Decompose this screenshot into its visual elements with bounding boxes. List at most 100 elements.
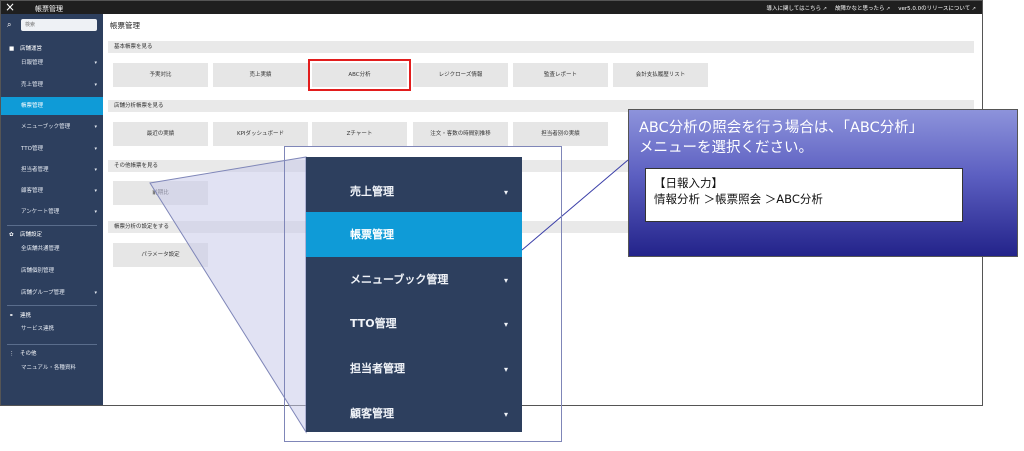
sidebar-item-manuals[interactable]: マニュアル・各種資料: [1, 359, 103, 377]
section-label: 店舗運営: [20, 46, 43, 52]
sidebar-item-staff[interactable]: 担当者管理 ▾: [1, 161, 103, 179]
top-links: 導入に関してはこちら 故障かなと思ったら ver5.0.0のリリースについて: [766, 4, 976, 12]
chevron-down-icon: ▾: [94, 60, 97, 66]
sidebar-divider: [7, 305, 97, 306]
sidebar-item-menubook[interactable]: メニューブック管理 ▾: [1, 118, 103, 136]
sidebar-item-tto[interactable]: TTO管理 ▾: [1, 140, 103, 158]
zoom-item-sales[interactable]: 売上管理 ▾: [306, 169, 522, 214]
sidebar-divider: [7, 344, 97, 345]
section-basic-reports: 基本帳票を見る: [108, 41, 974, 53]
more-icon: ⋮: [9, 351, 15, 357]
sidebar-divider: [7, 225, 97, 226]
chevron-down-icon: ▾: [94, 290, 97, 296]
section-label: 連携: [20, 313, 32, 319]
zoom-item-menubook[interactable]: メニューブック管理 ▾: [306, 257, 522, 302]
close-icon[interactable]: ×: [5, 1, 15, 14]
callout-line: ABC分析の照会を行う場合は、「ABC分析」: [639, 120, 924, 136]
section-label: その他: [20, 351, 37, 357]
sidebar-item-label: 全店舗共通管理: [21, 246, 60, 252]
sidebar-item-label: メニューブック管理: [21, 124, 71, 130]
sidebar-item-label: 売上管理: [21, 82, 44, 88]
gear-icon: ✿: [9, 232, 14, 238]
zoom-item-label: 担当者管理: [350, 362, 405, 375]
sidebar-item-daily-report[interactable]: 日報管理 ▾: [1, 54, 103, 72]
instruction-callout: ABC分析の照会を行う場合は、「ABC分析」 メニューを選択ください。 【日報入…: [628, 109, 1018, 257]
tile-parameter-settings[interactable]: パラメータ設定: [113, 243, 208, 267]
section-other: ⋮ その他: [9, 349, 37, 357]
release-notes-link[interactable]: ver5.0.0のリリースについて: [898, 4, 976, 12]
chevron-down-icon: ▾: [94, 82, 97, 88]
zoom-item-tto[interactable]: TTO管理 ▾: [306, 301, 522, 346]
tile-hourly-trend[interactable]: 注文・客数の時間別推移: [413, 122, 508, 146]
zoom-item-staff[interactable]: 担当者管理 ▾: [306, 346, 522, 391]
tile-z-chart[interactable]: Zチャート: [312, 122, 407, 146]
sidebar-item-label: サービス連携: [21, 326, 55, 332]
sidebar-item-label: TTO管理: [21, 146, 43, 152]
tile-payment-history[interactable]: 会計支払履歴リスト: [613, 63, 708, 87]
app-title: 帳票管理: [35, 5, 63, 13]
sidebar-item-survey[interactable]: アンケート管理 ▾: [1, 203, 103, 221]
sidebar-item-label: アンケート管理: [21, 209, 60, 215]
chevron-down-icon: ▾: [94, 124, 97, 130]
sidebar-item-report-management[interactable]: 帳票管理: [1, 97, 103, 115]
sidebar-item-customer[interactable]: 顧客管理 ▾: [1, 182, 103, 200]
zoom-menu: 売上管理 ▾ 帳票管理 メニューブック管理 ▾ TTO管理 ▾ 担当者管理 ▾ 顧客管理…: [306, 157, 522, 432]
store-icon: ■: [9, 46, 15, 52]
chevron-down-icon: ▾: [94, 209, 97, 215]
sidebar: ⌕ ■ 店舗運営 日報管理 ▾ 売上管理 ▾ 帳票管理 メニューブック管理 ▾ TTO管…: [1, 14, 103, 405]
chevron-down-icon: ▾: [503, 320, 508, 329]
chevron-down-icon: ▾: [94, 167, 97, 173]
trouble-link[interactable]: 故障かなと思ったら: [835, 4, 890, 12]
tile-sales-results[interactable]: 売上実績: [213, 63, 308, 87]
zoom-item-label: 顧客管理: [350, 407, 394, 420]
tile-recent-results[interactable]: 最近の実績: [113, 122, 208, 146]
chevron-down-icon: ▾: [503, 276, 508, 285]
zoom-item-label: TTO管理: [350, 317, 397, 330]
tile-kpi-dashboard[interactable]: KPIダッシュボード: [213, 122, 308, 146]
top-bar: × 帳票管理 導入に関してはこちら 故障かなと思ったら ver5.0.0のリリー…: [1, 1, 982, 14]
chevron-down-icon: ▾: [503, 410, 508, 419]
sidebar-item-store-individual[interactable]: 店舗個別管理: [1, 262, 103, 280]
chevron-down-icon: ▾: [94, 188, 97, 194]
page-title: 帳票管理: [110, 21, 140, 30]
zoom-item-label: メニューブック管理: [350, 273, 449, 286]
sidebar-item-label: 店舗グループ管理: [21, 290, 65, 296]
sidebar-item-service-link[interactable]: サービス連携: [1, 320, 103, 338]
tile-audit-report[interactable]: 監査レポート: [513, 63, 608, 87]
tile-budget-vs-actual[interactable]: 予実対比: [113, 63, 208, 87]
link-icon: ⚭: [9, 313, 14, 319]
zoom-item-label: 帳票管理: [350, 228, 394, 241]
path-heading: 【日報入力】: [654, 176, 723, 190]
tile-staff-results[interactable]: 担当者別の実績: [513, 122, 608, 146]
tile-abc-analysis[interactable]: ABC分析: [308, 59, 411, 91]
callout-line: メニューを選択ください。: [639, 140, 813, 156]
section-store-operation: ■ 店舗運営: [9, 44, 42, 52]
section-label: 店舗設定: [20, 232, 43, 238]
guide-link[interactable]: 導入に関してはこちら: [766, 4, 827, 12]
sidebar-item-label: 帳票管理: [21, 103, 44, 109]
sidebar-item-all-stores[interactable]: 全店舗共通管理: [1, 240, 103, 258]
callout-text: ABC分析の照会を行う場合は、「ABC分析」 メニューを選択ください。: [639, 118, 1009, 158]
sidebar-item-label: 顧客管理: [21, 188, 44, 194]
chevron-down-icon: ▾: [503, 365, 508, 374]
chevron-down-icon: ▾: [94, 146, 97, 152]
tile-previous-period[interactable]: 前期比: [113, 181, 208, 205]
sidebar-item-label: 担当者管理: [21, 167, 49, 173]
sidebar-item-label: 日報管理: [21, 60, 44, 66]
sidebar-item-label: マニュアル・各種資料: [21, 365, 76, 371]
sidebar-item-label: 店舗個別管理: [21, 268, 55, 274]
callout-path-box: 【日報入力】 情報分析 ＞帳票照会 ＞ABC分析: [645, 168, 963, 222]
chevron-down-icon: ▾: [503, 188, 508, 197]
sidebar-item-sales[interactable]: 売上管理 ▾: [1, 76, 103, 94]
tile-register-close[interactable]: レジクローズ情報: [413, 63, 508, 87]
zoom-item-customer[interactable]: 顧客管理 ▾: [306, 391, 522, 436]
zoom-item-label: 売上管理: [350, 185, 394, 198]
sidebar-search: ⌕: [7, 19, 97, 31]
search-icon: ⌕: [7, 20, 12, 29]
section-store-settings: ✿ 店舗設定: [9, 230, 42, 238]
zoom-item-report-management[interactable]: 帳票管理: [306, 212, 522, 257]
path-text: 情報分析 ＞帳票照会 ＞ABC分析: [654, 192, 823, 206]
sidebar-item-store-group[interactable]: 店舗グループ管理 ▾: [1, 284, 103, 302]
search-input[interactable]: [21, 19, 97, 31]
section-integration: ⚭ 連携: [9, 311, 31, 319]
